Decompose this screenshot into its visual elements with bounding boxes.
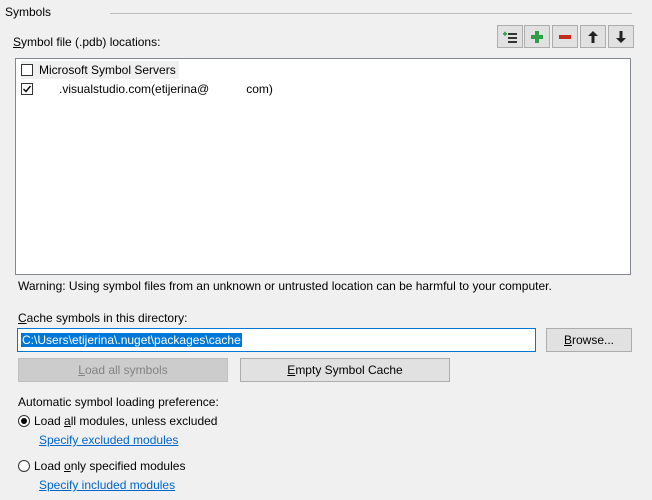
list-item[interactable]: .visualstudio.com(etijerina@ com) (21, 80, 273, 98)
location-label: Microsoft Symbol Servers (39, 63, 176, 77)
radio-load-specified-modules[interactable]: Load only specified modules (18, 459, 185, 473)
arrow-up-icon (588, 30, 598, 43)
checkmark-icon (23, 85, 32, 93)
radio-load-all-modules[interactable]: Load all modules, unless excluded (18, 414, 217, 428)
move-down-button[interactable] (608, 25, 634, 48)
cache-directory-value: C:\Users\etijerina\.nuget\packages\cache (21, 333, 242, 347)
symbol-locations-label: Symbol file (.pdb) locations: (13, 35, 161, 49)
add-location-button[interactable] (524, 25, 550, 48)
location-checkbox[interactable] (21, 64, 33, 76)
remove-location-button[interactable] (552, 25, 578, 48)
arrow-down-icon (616, 30, 626, 43)
radio-button[interactable] (18, 460, 30, 472)
symbol-locations-list[interactable]: Microsoft Symbol Servers .visualstudio.c… (15, 58, 631, 275)
load-all-symbols-button[interactable]: Load all symbols (18, 358, 228, 382)
location-label: .visualstudio.com(etijerina@ (59, 82, 210, 96)
location-checkbox[interactable] (21, 83, 33, 95)
move-up-button[interactable] (580, 25, 606, 48)
list-load-icon (503, 31, 517, 43)
plus-icon (531, 30, 543, 43)
cache-directory-input[interactable]: C:\Users\etijerina\.nuget\packages\cache (17, 328, 536, 352)
warning-text: Warning: Using symbol files from an unkn… (18, 279, 552, 293)
browse-button[interactable]: Browse... (546, 328, 632, 352)
specify-included-modules-link[interactable]: Specify included modules (39, 478, 175, 492)
group-divider (110, 13, 632, 14)
empty-symbol-cache-button[interactable]: Empty Symbol Cache (240, 358, 450, 382)
minus-icon (559, 34, 571, 39)
loading-preference-label: Automatic symbol loading preference: (18, 395, 219, 409)
load-all-symbols-toolbar-button[interactable] (497, 25, 523, 48)
list-item[interactable]: Microsoft Symbol Servers (21, 61, 179, 79)
cache-directory-label: Cache symbols in this directory: (18, 311, 188, 325)
radio-button-selected[interactable] (18, 415, 30, 427)
redacted-text (209, 82, 247, 96)
symbols-group-title: Symbols (5, 5, 52, 19)
location-label-suffix: com) (246, 82, 273, 96)
specify-excluded-modules-link[interactable]: Specify excluded modules (39, 433, 178, 447)
